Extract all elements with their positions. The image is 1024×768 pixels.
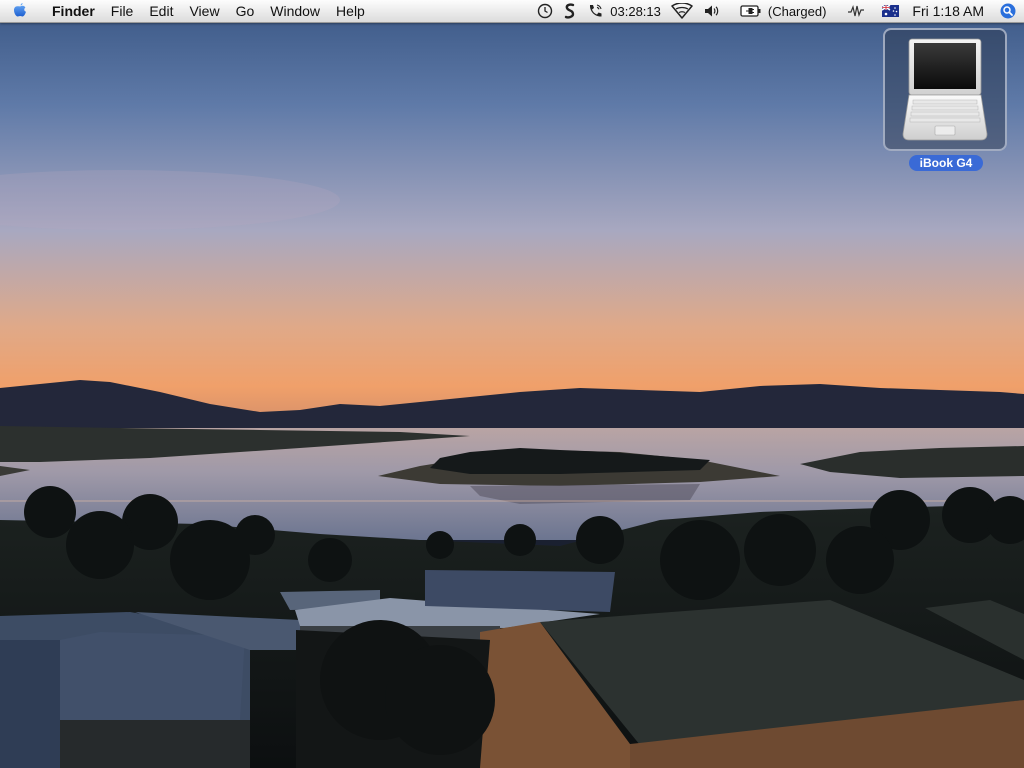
australia-flag-icon: [882, 5, 900, 17]
menu-view[interactable]: View: [181, 0, 227, 22]
volume-speaker-icon: [703, 3, 721, 19]
phone-call-icon: [587, 3, 604, 19]
apple-logo-icon: [13, 2, 27, 21]
battery-status: (Charged): [767, 3, 827, 19]
desktop-icon-label: iBook G4: [909, 155, 983, 171]
icon-selection-frame: [883, 28, 1007, 151]
menu-bar: Finder File Edit View Go Window Help 03:…: [0, 0, 1024, 23]
spotlight-search-icon: [1000, 3, 1016, 19]
menu-edit[interactable]: Edit: [141, 0, 181, 22]
menu-help[interactable]: Help: [328, 0, 373, 22]
menu-go[interactable]: Go: [228, 0, 263, 22]
apple-menu-button[interactable]: [0, 0, 40, 22]
call-timer: 03:28:13: [610, 3, 661, 19]
script-menu-extra[interactable]: [558, 0, 582, 22]
input-menu-extra[interactable]: [870, 0, 904, 22]
network-activity-icon: [847, 4, 865, 18]
spotlight-button[interactable]: [994, 0, 1024, 22]
menu-bar-left: Finder File Edit View Go Window Help: [0, 0, 373, 22]
menu-window[interactable]: Window: [262, 0, 328, 22]
phone-menu-extra[interactable]: 03:28:13: [582, 0, 666, 22]
sync-menu-extra[interactable]: [532, 0, 558, 22]
menu-extras: 03:28:13 (Charged) Fri 1:18 AM: [532, 0, 1024, 22]
menu-clock[interactable]: Fri 1:18 AM: [904, 0, 994, 22]
airport-wifi-icon: [671, 3, 693, 19]
volume-menu-extra[interactable]: [698, 0, 726, 22]
network-menu-extra[interactable]: [831, 0, 870, 22]
script-s-icon: [563, 3, 577, 19]
menu-finder[interactable]: Finder: [40, 0, 103, 22]
ibook-laptop-icon: [902, 38, 988, 141]
desktop-icon-ibook-g4[interactable]: iBook G4: [880, 26, 1010, 176]
sync-clock-icon: [537, 3, 553, 19]
desktop-wallpaper: [0, 0, 1024, 768]
battery-plug-icon: [740, 4, 762, 18]
airport-menu-extra[interactable]: [666, 0, 698, 22]
menu-file[interactable]: File: [103, 0, 142, 22]
battery-menu-extra[interactable]: (Charged): [726, 0, 832, 22]
